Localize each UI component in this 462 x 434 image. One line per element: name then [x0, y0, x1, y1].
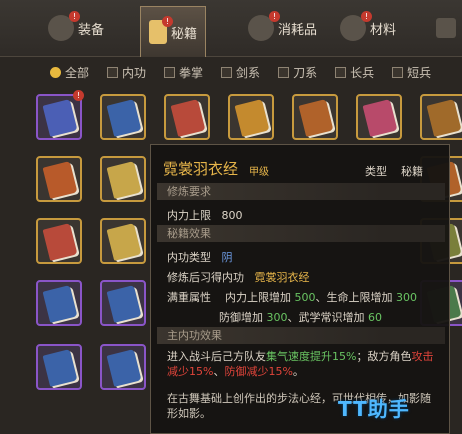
- full-stats-row-1: 满重属性 内力上限增加 500、生命上限增加 300: [167, 291, 417, 304]
- section-requirements: 修炼要求: [157, 183, 445, 200]
- more-tab-icon: [436, 18, 456, 38]
- book-icon: [42, 161, 78, 199]
- tab-consumables[interactable]: ! 消耗品: [248, 8, 317, 48]
- radio-icon: [107, 66, 119, 78]
- new-badge: !: [69, 11, 80, 22]
- herb-icon: !: [340, 11, 372, 41]
- book-slot[interactable]: [100, 94, 146, 140]
- radio-icon: [221, 66, 233, 78]
- book-slot[interactable]: [356, 94, 402, 140]
- tab-equipment[interactable]: ! 装备: [48, 8, 104, 48]
- filter-short-weapon[interactable]: 短兵: [383, 64, 440, 81]
- new-badge: !: [269, 11, 280, 22]
- book-slot[interactable]: [420, 94, 462, 140]
- book-icon: [234, 99, 270, 137]
- tab-secret-books[interactable]: ! 秘籍: [140, 6, 207, 57]
- filter-neigong[interactable]: 内功: [98, 64, 155, 81]
- item-name: 霓裳羽衣经: [163, 160, 239, 178]
- filter-blade[interactable]: 刀系: [269, 64, 326, 81]
- requirement-row: 内力上限 800: [167, 209, 243, 222]
- category-tab-bar: ! 装备 ! 秘籍 ! 消耗品 ! 材料: [0, 0, 462, 57]
- book-slot[interactable]: [36, 280, 82, 326]
- book-icon: [362, 99, 398, 137]
- tab-label: 秘籍: [171, 26, 198, 42]
- radio-selected-icon: [50, 66, 61, 78]
- book-slot[interactable]: [164, 94, 210, 140]
- book-icon: [106, 285, 142, 323]
- book-slot[interactable]: [292, 94, 338, 140]
- book-slot[interactable]: [36, 344, 82, 390]
- radio-icon: [392, 66, 404, 78]
- book-slot[interactable]: !: [36, 90, 84, 140]
- book-icon: [106, 349, 142, 387]
- filter-all[interactable]: 全部: [0, 64, 98, 81]
- book-slot[interactable]: [100, 218, 146, 264]
- book-slot[interactable]: [228, 94, 274, 140]
- book-icon: [42, 349, 78, 387]
- book-slot[interactable]: [36, 156, 82, 202]
- book-icon: [298, 99, 334, 137]
- book-icon: [170, 99, 206, 137]
- neigong-type-row: 内功类型 阴: [167, 251, 233, 264]
- new-badge: !: [162, 16, 173, 27]
- new-badge: !: [73, 90, 84, 101]
- radio-icon: [164, 66, 176, 78]
- item-grade: 甲级: [249, 167, 269, 178]
- filter-long-weapon[interactable]: 长兵: [326, 64, 383, 81]
- book-icon: [106, 223, 142, 261]
- book-slot[interactable]: [100, 156, 146, 202]
- tab-more[interactable]: [436, 8, 456, 48]
- potion-icon: !: [248, 11, 280, 41]
- armor-icon: !: [48, 11, 80, 41]
- tab-label: 消耗品: [278, 22, 318, 38]
- new-badge: !: [361, 11, 372, 22]
- type-value: 秘籍: [401, 165, 423, 178]
- book-icon: [106, 99, 142, 137]
- tab-label: 装备: [78, 22, 105, 38]
- book-icon: [426, 99, 462, 137]
- filter-fist-palm[interactable]: 拳掌: [155, 64, 212, 81]
- main-effect-text: 进入战斗后己方队友集气速度提升15%；敌方角色攻击减少15%、防御减少15%。: [167, 350, 434, 378]
- book-slot[interactable]: [100, 280, 146, 326]
- tab-label: 材料: [370, 22, 397, 38]
- book-icon: [106, 161, 142, 199]
- book-slot[interactable]: [36, 218, 82, 264]
- learn-row: 修炼后习得内功 霓裳羽衣经: [167, 271, 310, 284]
- filter-sword[interactable]: 剑系: [212, 64, 269, 81]
- item-tooltip: 霓裳羽衣经 甲级 类型 秘籍 修炼要求 内力上限 800 秘籍效果 内功类型 阴…: [150, 144, 450, 434]
- watermark-logo: TT助手: [338, 397, 410, 421]
- section-main-neigong: 主内功效果: [157, 327, 445, 344]
- book-icon: [42, 99, 78, 137]
- radio-icon: [335, 66, 347, 78]
- book-icon: [42, 285, 78, 323]
- radio-icon: [278, 66, 290, 78]
- type-label: 类型: [365, 165, 387, 178]
- section-book-effect: 秘籍效果: [157, 225, 445, 242]
- book-slot[interactable]: [100, 344, 146, 390]
- tab-materials[interactable]: ! 材料: [340, 8, 396, 48]
- filter-row: 全部 内功 拳掌 剑系 刀系 长兵 短兵: [0, 58, 462, 86]
- full-stats-row-2: 防御增加 300、武学常识增加 60: [219, 311, 382, 324]
- book-icon: [42, 223, 78, 261]
- scroll-book-icon: !: [149, 16, 173, 44]
